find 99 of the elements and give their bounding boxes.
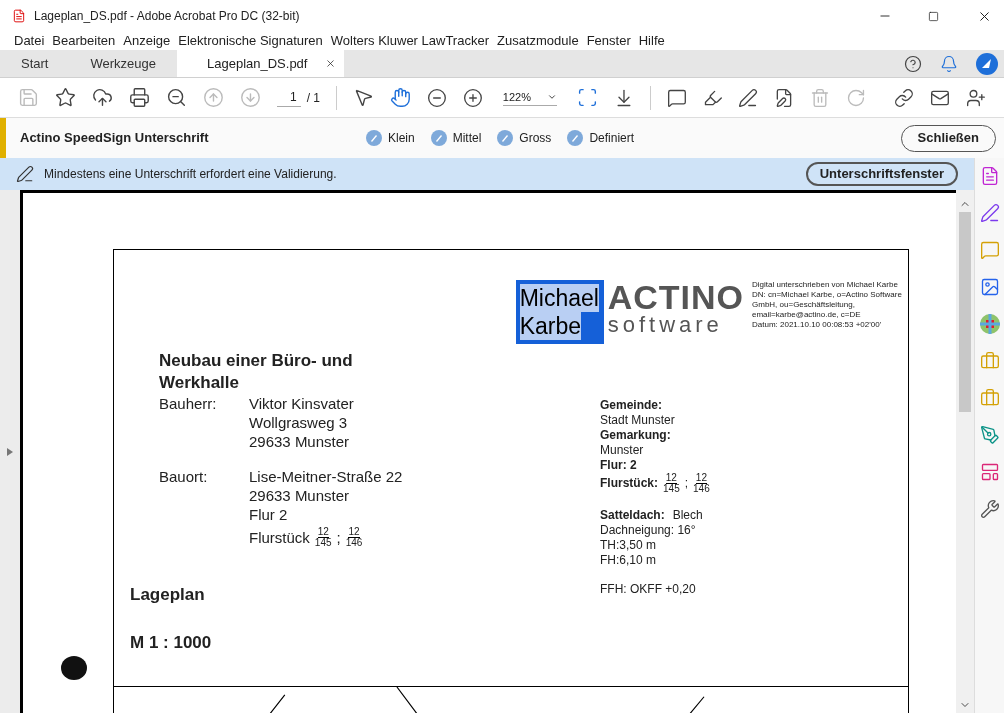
link-icon[interactable] [894, 87, 915, 108]
fraction-separator: ; [684, 476, 689, 491]
tab[interactable]: Werkzeuge [69, 50, 177, 77]
menu-item[interactable]: Zusatzmodule [497, 31, 579, 51]
fraction-numerator: 12 [665, 473, 677, 484]
fraction-denominator: 145 [314, 538, 332, 548]
parcel-label: Flurstück [249, 528, 310, 547]
signature-window-button[interactable]: Unterschriftsfenster [805, 162, 958, 186]
plan-scale: M 1 : 1000 [130, 631, 213, 654]
signature-detail: Datum: 2021.10.10 00:08:53 +02'00' [752, 320, 883, 330]
signature-detail: DN: cn=Michael Karbe, o=Actino Software GmbH, ou=Geschäftsleitung, email=karbe@actino.de, c=DE [752, 290, 902, 320]
close-icon[interactable] [325, 58, 337, 69]
signature-icon [366, 130, 382, 146]
project-heading: Werkhalle [159, 372, 240, 394]
menu-item[interactable]: Fenster [586, 31, 631, 51]
signature-detail: Digital unterschrieben von Michael Karbe [752, 280, 899, 290]
tab[interactable]: Start [0, 50, 70, 77]
pen-icon[interactable] [979, 203, 1000, 223]
signature-icon [430, 130, 447, 146]
field-label: Bauherr: [159, 394, 218, 414]
field-value: Viktor Kinsvater [249, 394, 354, 413]
field-value: Flur 2 [249, 505, 289, 524]
signer-name: Karbe [519, 312, 582, 340]
detail-text: FFH: OKFF +0,20 [600, 582, 697, 597]
expand-arrow-icon[interactable] [7, 447, 13, 456]
size-option[interactable]: Mittel [430, 129, 482, 147]
page-number-field[interactable]: 1 [276, 88, 301, 107]
hand-icon[interactable] [389, 87, 411, 108]
print-icon[interactable] [128, 87, 150, 108]
tab[interactable]: Lageplan_DS.pdf [177, 50, 345, 77]
signature-icon [497, 130, 514, 146]
field-value: Wollgrasweg 3 [249, 413, 349, 432]
fit-page-icon[interactable] [576, 87, 598, 108]
field-label: Bauort: [159, 467, 209, 487]
layout-icon[interactable] [979, 462, 1000, 482]
notice-text: Mindestens eine Unterschrift erfordert eine Validierung. [44, 166, 337, 183]
tab-label: Lageplan_DS.pdf [207, 54, 308, 73]
pen-icon[interactable] [738, 87, 759, 108]
wrench-icon[interactable] [979, 499, 1000, 519]
menu-item[interactable]: Wolters Kluwer LawTracker [330, 31, 489, 51]
signature-icon [567, 130, 584, 146]
panel-title: Actino SpeedSign Unterschrift [20, 129, 210, 148]
scrollbar-thumb[interactable] [959, 212, 971, 412]
project-heading: Neubau einer Büro- und [159, 350, 354, 372]
signer-name: Michael [519, 284, 599, 312]
logo-wordmark: ACTINO [607, 280, 744, 314]
field-value: 29633 Munster [249, 486, 351, 505]
detail-text: Munster [600, 443, 645, 458]
cloud-upload-icon[interactable] [91, 87, 113, 108]
tab-label: Start [21, 54, 49, 73]
ink-blot-mark [60, 655, 88, 681]
zoom-in-icon[interactable] [462, 87, 483, 108]
detail-text: Stadt Munster [600, 413, 676, 428]
detail-text: TH:3,50 m [600, 538, 657, 553]
size-option[interactable]: Definiert [567, 129, 635, 147]
field-value: Lise-Meitner-Straße 22 [249, 467, 403, 486]
zoom-out-icon[interactable] [165, 87, 187, 108]
star-icon[interactable] [54, 87, 76, 108]
caret-icon [546, 92, 557, 102]
size-option[interactable]: Gross [497, 129, 552, 147]
detail-text: Dachneigung: 16° [600, 523, 697, 538]
detail-text: FH:6,10 m [600, 553, 657, 568]
pen-nib-icon[interactable] [979, 425, 1000, 445]
detail-label: Flur: 2 [600, 458, 638, 473]
fraction-denominator: 146 [693, 484, 710, 494]
fraction-denominator: 145 [663, 484, 680, 494]
page-total: / 1 [306, 89, 320, 107]
detail-text: Blech [672, 508, 703, 523]
menu-item[interactable]: Hilfe [638, 31, 665, 51]
fraction-numerator: 12 [317, 527, 329, 538]
fraction-separator: ; [336, 528, 341, 547]
menu-item[interactable]: Anzeige [123, 31, 171, 51]
detail-label: Gemeinde: [600, 398, 663, 413]
fraction-denominator: 146 [345, 538, 363, 548]
comment-icon[interactable] [666, 87, 687, 108]
zoom-out-icon[interactable] [426, 87, 447, 108]
fraction-numerator: 12 [695, 473, 707, 484]
size-option[interactable]: Klein [366, 129, 415, 147]
field-value: 29633 Munster [249, 432, 351, 451]
parcel-label: Flurstück: [600, 476, 658, 491]
maximize-icon[interactable] [928, 10, 939, 22]
tab-label: Werkzeuge [90, 54, 156, 73]
menu-item[interactable]: Elektronische Signaturen [178, 31, 323, 51]
menu-item[interactable]: Datei [14, 31, 45, 51]
grid-circle-icon[interactable] [979, 314, 1000, 334]
zoom-dropdown[interactable]: 122% [502, 88, 557, 107]
help-icon[interactable] [904, 54, 922, 73]
image-icon[interactable] [979, 277, 1000, 297]
bell-icon[interactable] [940, 54, 958, 73]
menu-item[interactable]: Bearbeiten [52, 31, 116, 51]
detail-label: Gemarkung: [600, 428, 672, 443]
account-icon[interactable] [976, 52, 998, 75]
plan-title: Lageplan [130, 584, 206, 606]
window-title: Lageplan_DS.pdf - Adobe Acrobat Pro DC (32-bit) [34, 8, 300, 25]
fraction-numerator: 12 [348, 527, 360, 538]
logo-tagline: software [607, 314, 724, 336]
pdf-file-icon [12, 9, 26, 23]
detail-label: Satteldach: [600, 508, 665, 523]
add-user-icon[interactable] [966, 87, 987, 108]
